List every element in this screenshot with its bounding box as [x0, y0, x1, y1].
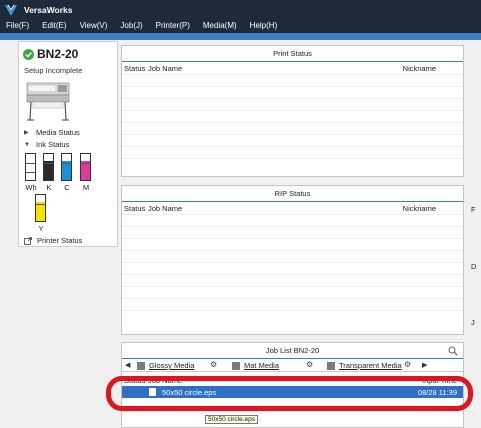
ink-cartridge-k: [43, 153, 54, 181]
print-status-header: Status Job Name Nickname: [122, 62, 463, 74]
right-pane-label: F: [471, 205, 476, 214]
table-row[interactable]: [122, 286, 463, 298]
tab-scroll-left-icon[interactable]: ◀: [125, 361, 130, 369]
tab-label: Transparent Media: [339, 361, 402, 370]
ink-label-y: Y: [38, 224, 44, 233]
toolbar-strip: [0, 33, 481, 40]
tab-glossy-media[interactable]: Glossy Media: [137, 360, 194, 371]
tab-label: Mat Media: [244, 361, 280, 370]
queue-tabs: ◀ Glossy Media ⚙ Mat Media ⚙ Transparent…: [122, 360, 463, 372]
tooltip: 50x50 circle.eps: [205, 415, 258, 424]
ink-label-k: K: [46, 183, 52, 192]
media-status-toggle[interactable]: ▶ Media Status: [24, 128, 80, 137]
printer-status-link[interactable]: Printer Status: [24, 236, 82, 245]
rip-status-title: RIP Status: [122, 186, 463, 202]
printer-status-label: Printer Status: [37, 236, 83, 245]
printer-name-row[interactable]: BN2-20: [23, 47, 78, 61]
print-status-panel: Print Status Status Job Name Nickname: [121, 45, 464, 177]
rip-status-panel: RIP Status Status Job Name Nickname: [121, 185, 464, 335]
col-status[interactable]: Status: [124, 376, 145, 385]
check-circle-icon: [23, 48, 34, 60]
print-status-title: Print Status: [122, 46, 463, 62]
versaworks-logo-icon: [5, 4, 17, 15]
table-row[interactable]: [122, 262, 463, 274]
table-row[interactable]: [122, 238, 463, 250]
ink-cartridge-y: [35, 194, 46, 222]
table-row[interactable]: [122, 110, 463, 122]
job-name: 50x50 circle.eps: [162, 388, 217, 397]
table-row[interactable]: [122, 250, 463, 262]
gear-icon[interactable]: ⚙: [306, 360, 313, 369]
table-row[interactable]: [122, 74, 463, 86]
title-bar: VersaWorks File(F) Edit(E) View(V) Job(J…: [0, 0, 481, 33]
menu-media[interactable]: Media(M): [203, 19, 237, 32]
job-input-time: 08/28 11:39: [417, 388, 457, 397]
col-status[interactable]: Status: [124, 64, 145, 73]
queue-icon: [137, 361, 145, 370]
table-row[interactable]: [122, 86, 463, 98]
tab-transparent-media[interactable]: Transparent Media: [327, 360, 402, 371]
table-row[interactable]: [122, 134, 463, 146]
table-row[interactable]: [122, 98, 463, 110]
table-row[interactable]: [122, 158, 463, 170]
job-list-header: Status Job Name Input Time: [122, 374, 463, 386]
col-job-name[interactable]: Job Name: [148, 204, 182, 213]
gear-icon[interactable]: ⚙: [210, 360, 217, 369]
job-list-panel: Job List BN2-20 ◀ Glossy Media ⚙ Mat Med…: [121, 342, 464, 428]
table-row[interactable]: [122, 122, 463, 134]
menu-edit[interactable]: Edit(E): [42, 19, 66, 32]
file-icon: [149, 388, 156, 396]
ink-cartridge-m: [80, 153, 91, 181]
menu-bar: File(F) Edit(E) View(V) Job(J) Printer(P…: [0, 19, 284, 32]
job-list-title: Job List BN2-20: [122, 343, 463, 359]
ink-status-label: Ink Status: [36, 140, 70, 149]
gear-icon[interactable]: ⚙: [404, 360, 411, 369]
tab-label: Glossy Media: [149, 361, 195, 370]
menu-printer[interactable]: Printer(P): [156, 19, 190, 32]
rip-status-header: Status Job Name Nickname: [122, 202, 463, 214]
media-status-label: Media Status: [36, 128, 80, 137]
external-link-icon: [24, 236, 32, 245]
table-row[interactable]: [122, 298, 463, 310]
menu-view[interactable]: View(V): [80, 19, 108, 32]
ink-status-toggle[interactable]: ▼ Ink Status: [24, 140, 69, 149]
printer-panel[interactable]: BN2-20 Setup Incomplete ▶ Media Status ▼…: [18, 41, 118, 247]
col-job-name[interactable]: Job Name: [148, 376, 182, 385]
table-row[interactable]: [122, 274, 463, 286]
col-input-time[interactable]: Input Time: [422, 376, 457, 385]
ink-label-wh: Wh: [25, 183, 37, 192]
menu-job[interactable]: Job(J): [120, 19, 142, 32]
col-nickname[interactable]: Nickname: [403, 204, 436, 213]
right-pane-label: D: [471, 262, 477, 271]
queue-icon: [327, 361, 335, 370]
menu-file[interactable]: File(F): [6, 19, 29, 32]
col-status[interactable]: Status: [124, 204, 145, 213]
printer-setup-status: Setup Incomplete: [24, 66, 83, 75]
tab-mat-media[interactable]: Mat Media: [232, 360, 279, 371]
ink-label-c: C: [64, 183, 70, 192]
table-row[interactable]: [122, 214, 463, 226]
table-row[interactable]: [122, 226, 463, 238]
queue-icon: [232, 361, 240, 370]
right-pane-label: J: [471, 318, 475, 327]
ink-cartridge-c: [61, 153, 72, 181]
menu-help[interactable]: Help(H): [250, 19, 278, 32]
ink-cartridge-wh: [25, 153, 36, 181]
col-nickname[interactable]: Nickname: [403, 64, 436, 73]
ink-label-m: M: [82, 183, 90, 192]
col-job-name[interactable]: Job Name: [148, 64, 182, 73]
chevron-right-icon: ▶: [24, 130, 29, 136]
table-row[interactable]: [122, 310, 463, 322]
job-row-selected[interactable]: 50x50 circle.eps 08/28 11:39: [122, 386, 463, 398]
tab-scroll-right-icon[interactable]: ▶: [422, 361, 427, 369]
printer-image: [26, 82, 70, 121]
app-title: VersaWorks: [24, 5, 73, 15]
table-row[interactable]: [122, 146, 463, 158]
search-icon[interactable]: [448, 346, 458, 356]
chevron-down-icon: ▼: [24, 141, 30, 148]
printer-name: BN2-20: [37, 47, 79, 61]
